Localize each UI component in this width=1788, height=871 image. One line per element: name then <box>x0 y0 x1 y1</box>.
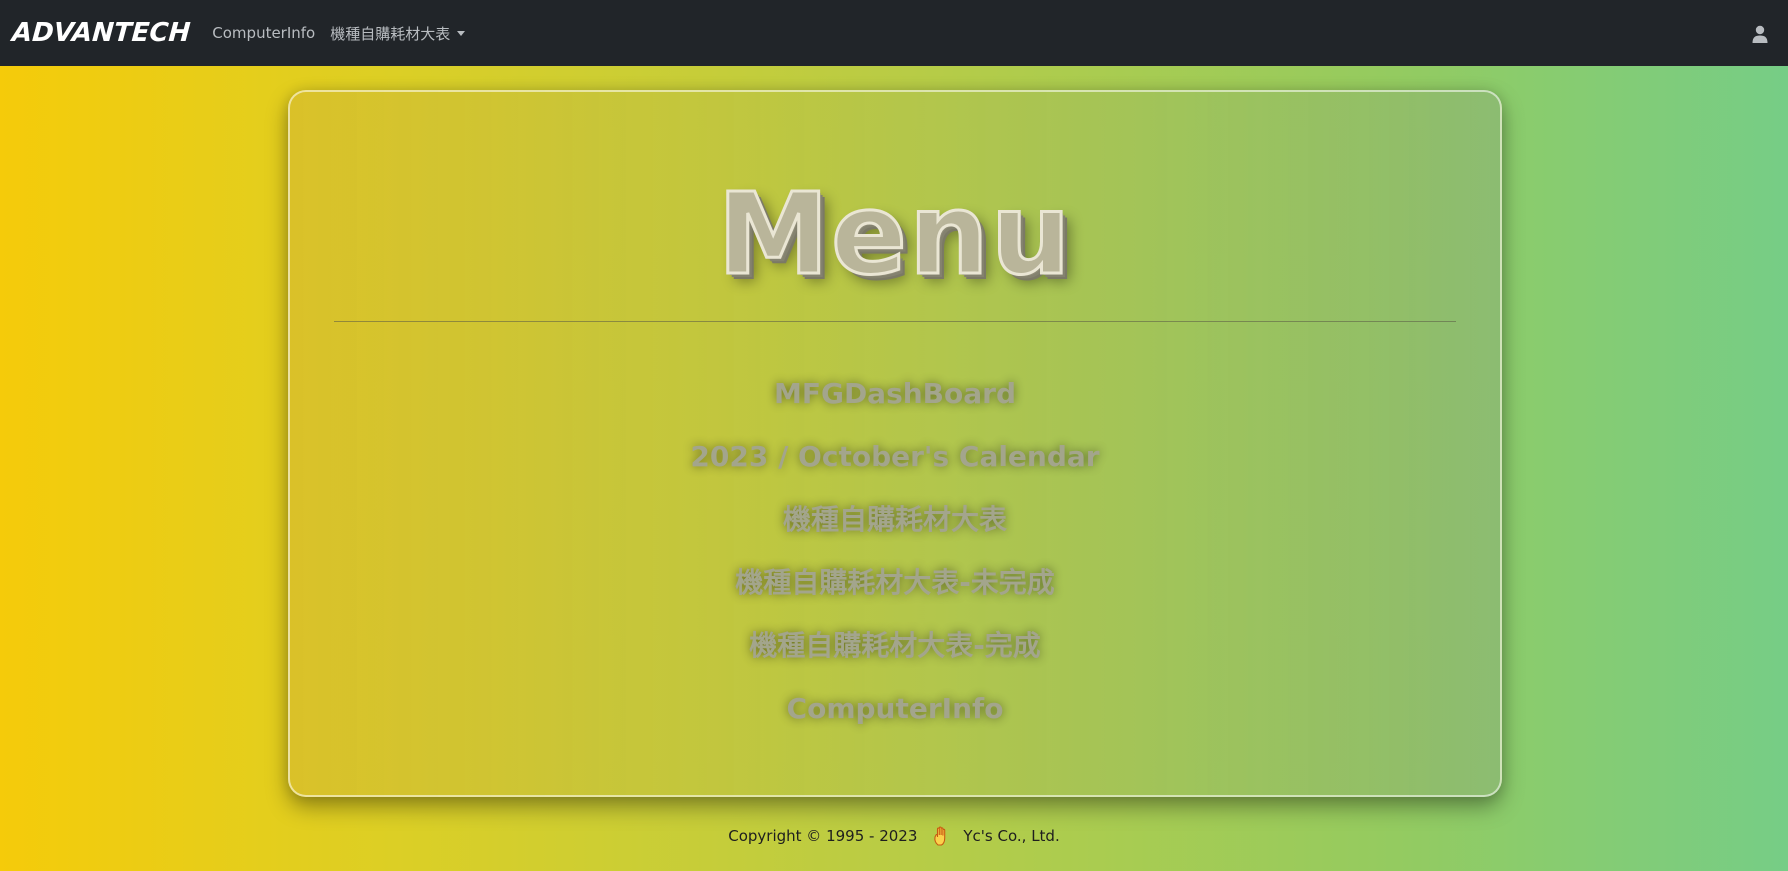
menu-title: Menu <box>716 169 1073 302</box>
brand-logo[interactable]: ADVANTECH <box>11 18 191 48</box>
menu-item-calendar[interactable]: 2023 / October's Calendar <box>690 425 1099 488</box>
hand-icon <box>933 826 949 846</box>
nav-dropdown-consumables[interactable]: 機種自購耗材大表 <box>330 23 466 44</box>
caret-down-icon <box>457 30 466 36</box>
footer: Copyright © 1995 - 2023 Yc's Co., Ltd. <box>0 826 1788 846</box>
menu-item-consumables[interactable]: 機種自購耗材大表 <box>783 488 1007 551</box>
company-name: Yc's Co., Ltd. <box>963 827 1060 845</box>
divider <box>334 321 1456 322</box>
nav-dropdown-label: 機種自購耗材大表 <box>330 24 451 43</box>
menu-item-consumables-incomplete[interactable]: 機種自購耗材大表-未完成 <box>735 551 1055 614</box>
top-navbar: ADVANTECH ComputerInfo 機種自購耗材大表 <box>0 0 1788 66</box>
menu-item-consumables-complete[interactable]: 機種自購耗材大表-完成 <box>749 614 1041 677</box>
nav-link-label: ComputerInfo <box>212 24 316 42</box>
copyright-text: Copyright © 1995 - 2023 <box>728 827 918 845</box>
menu-item-computerinfo[interactable]: ComputerInfo <box>787 677 1004 740</box>
user-icon[interactable] <box>1752 25 1768 43</box>
menu-list: MFGDashBoard 2023 / October's Calendar 機… <box>290 362 1500 740</box>
nav-link-computerinfo[interactable]: ComputerInfo <box>212 24 315 42</box>
menu-item-mfgdashboard[interactable]: MFGDashBoard <box>774 362 1016 425</box>
menu-card: Menu MFGDashBoard 2023 / October's Calen… <box>288 90 1502 797</box>
